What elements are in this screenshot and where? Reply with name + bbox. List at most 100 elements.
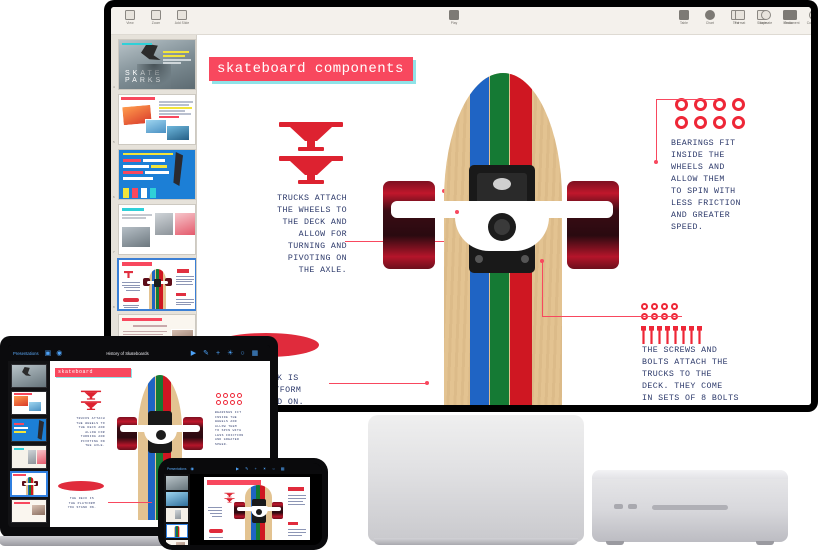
media-icon[interactable]: ☀: [263, 466, 267, 471]
wheel-left: [383, 181, 435, 269]
phone-slide-navigator[interactable]: ▣: [164, 474, 190, 545]
toolbar-view-label: View: [126, 21, 134, 25]
toolbar-format-button[interactable]: Format: [727, 7, 753, 25]
laptop-deck-pill: [58, 481, 104, 491]
list-item[interactable]: [11, 418, 47, 442]
toolbar-center-group: Play: [441, 7, 467, 35]
callout-bearings-text: BEARINGS FIT INSIDE THE WHEELS AND ALLOW…: [671, 139, 741, 233]
play-icon[interactable]: ▶: [236, 466, 239, 471]
bolt: [681, 326, 686, 344]
slide-thumbnail-skateboard-components[interactable]: [117, 258, 196, 311]
display-stand: [368, 415, 584, 542]
screenshot-stage: View Zoom Add Slide Play Table Chart Tex…: [0, 0, 818, 554]
list-item[interactable]: [11, 364, 47, 388]
toolbar-chart-button[interactable]: Chart: [697, 7, 723, 25]
comment-icon[interactable]: ○: [240, 350, 244, 357]
toolbar-animate-label: Animate: [759, 21, 773, 25]
add-icon[interactable]: +: [254, 466, 256, 471]
slide-number: 7: [113, 250, 115, 254]
bolt: [657, 326, 662, 344]
list-item[interactable]: [166, 492, 188, 506]
trucks-icon: [279, 122, 343, 184]
toolbar-document-button[interactable]: Document: [779, 7, 805, 25]
slide-thumbnail-blue-timeline[interactable]: [118, 149, 196, 200]
list-item[interactable]: 6: [113, 149, 196, 200]
laptop-app-toolbar: Presentations ▣ ◉ History of Skateboards…: [8, 345, 270, 361]
leader-dot-screws: [540, 259, 544, 263]
view-icon[interactable]: ▣: [45, 350, 52, 357]
trucks-icon: [224, 492, 235, 503]
toolbar-view-button[interactable]: View: [117, 7, 143, 25]
document-icon[interactable]: ▦: [252, 350, 259, 357]
list-item[interactable]: [166, 476, 188, 490]
slide-number: 6: [113, 195, 115, 199]
back-to-presentations-button[interactable]: Presentations: [167, 467, 187, 471]
list-item[interactable]: [11, 499, 47, 523]
bearing-ring: [694, 116, 707, 129]
callout-trucks-text: TRUCKS ATTACH THE WHEELS TO THE DECK AND…: [277, 194, 347, 276]
leader-line-bearings-h: [656, 99, 718, 100]
list-item[interactable]: 8: [113, 258, 196, 311]
bolt: [689, 326, 694, 344]
format-icon[interactable]: ✎: [245, 466, 248, 471]
slide-thumbnail-photo-collage[interactable]: [118, 94, 196, 145]
laptop-callout-bearings: BEARINGS FIT INSIDE THE WHEELS AND ALLOW…: [215, 411, 244, 446]
slide-thumbnail-gear-photos[interactable]: [118, 204, 196, 255]
list-item[interactable]: 4 SKATE PARKS: [113, 39, 196, 90]
phone-slide-canvas[interactable]: [190, 474, 322, 545]
device-foot: [606, 541, 624, 545]
nut-ring: [661, 303, 668, 310]
zoom-icon[interactable]: ◉: [56, 350, 62, 357]
format-icon[interactable]: ✎: [203, 350, 209, 357]
leader-line-screws-v: [542, 261, 543, 316]
bearings-icon-group: [675, 98, 753, 130]
leader-line-bearings-v: [656, 99, 657, 162]
toolbar-zoom-button[interactable]: Zoom: [143, 7, 169, 25]
phone-app-toolbar: Presentations ◉ ▶ ✎ + ☀ ○ ▦: [164, 463, 322, 474]
document-icon[interactable]: ▦: [281, 466, 285, 471]
back-to-presentations-button[interactable]: Presentations: [13, 351, 39, 356]
toolbar-add-slide-label: Add Slide: [174, 21, 190, 25]
sd-card-slot: [652, 505, 728, 510]
comment-icon[interactable]: ○: [272, 466, 274, 471]
toolbar-play-button[interactable]: Play: [441, 7, 467, 25]
document-icon: [787, 10, 797, 20]
nut-ring: [651, 303, 658, 310]
iphone: Presentations ◉ ▶ ✎ + ☀ ○ ▦: [158, 458, 328, 550]
media-icon[interactable]: ☀: [227, 350, 233, 357]
bearing-ring: [675, 116, 688, 129]
toolbar-comment-label: Comment: [806, 21, 811, 25]
play-icon: [449, 10, 459, 20]
toolbar-add-slide-button[interactable]: Add Slide: [169, 7, 195, 25]
laptop-slide-navigator[interactable]: ▣: [8, 361, 50, 527]
leader-line-screws-h: [542, 316, 682, 317]
format-icon: [735, 10, 745, 20]
play-icon[interactable]: ▶: [191, 350, 196, 357]
list-item[interactable]: [11, 391, 47, 415]
toolbar-table-button[interactable]: Table: [671, 7, 697, 25]
slide-thumbnail-skate-parks[interactable]: SKATE PARKS: [118, 39, 196, 90]
slide-number: 4: [113, 85, 115, 89]
bearing-ring: [732, 116, 745, 129]
list-item[interactable]: [166, 508, 188, 522]
list-item[interactable]: [166, 524, 188, 538]
add-slide-icon: [177, 10, 187, 20]
toolbar-animate-button[interactable]: Animate: [753, 7, 779, 25]
bolt: [665, 326, 670, 344]
leader-dot-hanger: [455, 210, 459, 214]
list-item[interactable]: 5: [113, 94, 196, 145]
list-item[interactable]: [166, 540, 188, 545]
skateboard-photo: [377, 73, 627, 405]
list-item[interactable]: 7: [113, 204, 196, 255]
zoom-icon: [151, 10, 161, 20]
leader-line-deck: [329, 383, 427, 384]
add-slide-icon[interactable]: ▣: [10, 526, 48, 527]
add-icon[interactable]: +: [216, 350, 220, 357]
toolbar-format-label: Format: [734, 21, 746, 25]
nut-ring: [671, 303, 678, 310]
list-item[interactable]: [10, 471, 48, 497]
list-item[interactable]: [11, 445, 47, 469]
zoom-icon[interactable]: ◉: [191, 466, 195, 471]
slide-number: 8: [113, 305, 115, 309]
callout-screws-text: THE SCREWS AND BOLTS ATTACH THE TRUCKS T…: [642, 346, 739, 404]
